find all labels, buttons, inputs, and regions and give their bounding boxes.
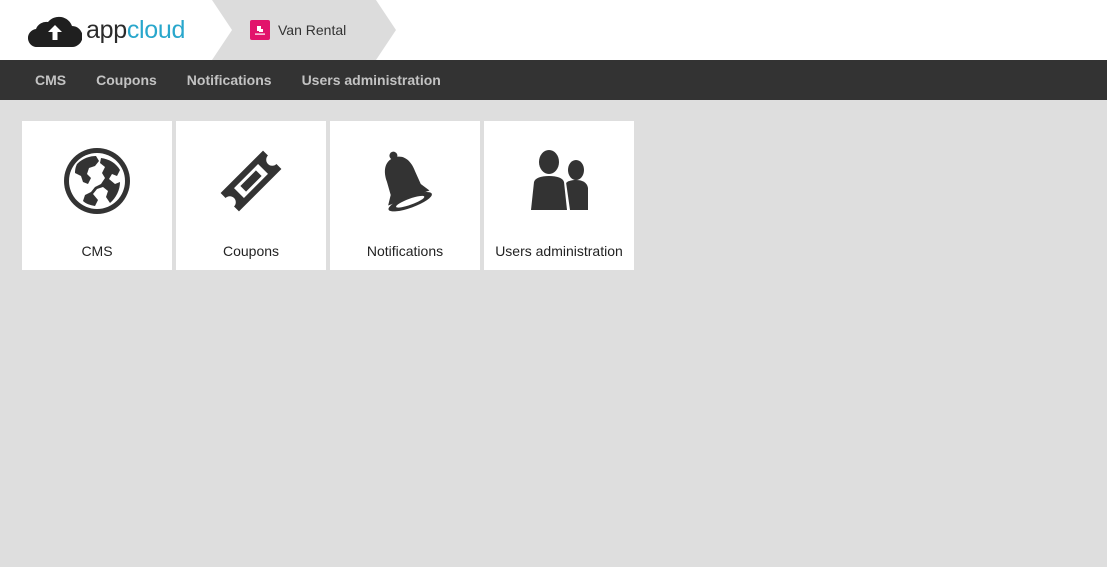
bell-icon (370, 146, 440, 216)
tile-label: CMS (81, 243, 113, 259)
appcloud-logo[interactable]: appcloud (28, 10, 185, 50)
tile-label: Notifications (366, 243, 444, 259)
nav-item-coupons[interactable]: Coupons (96, 60, 157, 100)
nav-item-notifications[interactable]: Notifications (187, 60, 272, 100)
tile-users-administration[interactable]: Users administration (484, 121, 634, 270)
main-navbar: CMS Coupons Notifications Users administ… (0, 60, 1107, 100)
users-icon (524, 146, 594, 216)
cloud-upload-icon (28, 12, 82, 48)
app-badge-icon (250, 20, 270, 40)
logo-text-cloud: cloud (126, 16, 186, 44)
nav-item-cms[interactable]: CMS (35, 60, 66, 100)
breadcrumb-label: Van Rental (278, 22, 347, 38)
tile-cms[interactable]: CMS (22, 121, 172, 270)
tile-label: Users administration (495, 243, 623, 259)
ticket-icon (216, 146, 286, 216)
header: appcloud Van Rental (0, 0, 1107, 60)
breadcrumb-app[interactable]: Van Rental (212, 0, 396, 60)
tile-notifications[interactable]: Notifications (330, 121, 480, 270)
logo-text-app: app (86, 16, 127, 44)
module-tiles: CMS Coupons Notifications Users administ… (22, 121, 638, 270)
nav-item-users-administration[interactable]: Users administration (302, 60, 441, 100)
tile-label: Coupons (222, 243, 280, 259)
globe-icon (62, 146, 132, 216)
tile-coupons[interactable]: Coupons (176, 121, 326, 270)
logo-wordmark: appcloud (86, 10, 185, 50)
